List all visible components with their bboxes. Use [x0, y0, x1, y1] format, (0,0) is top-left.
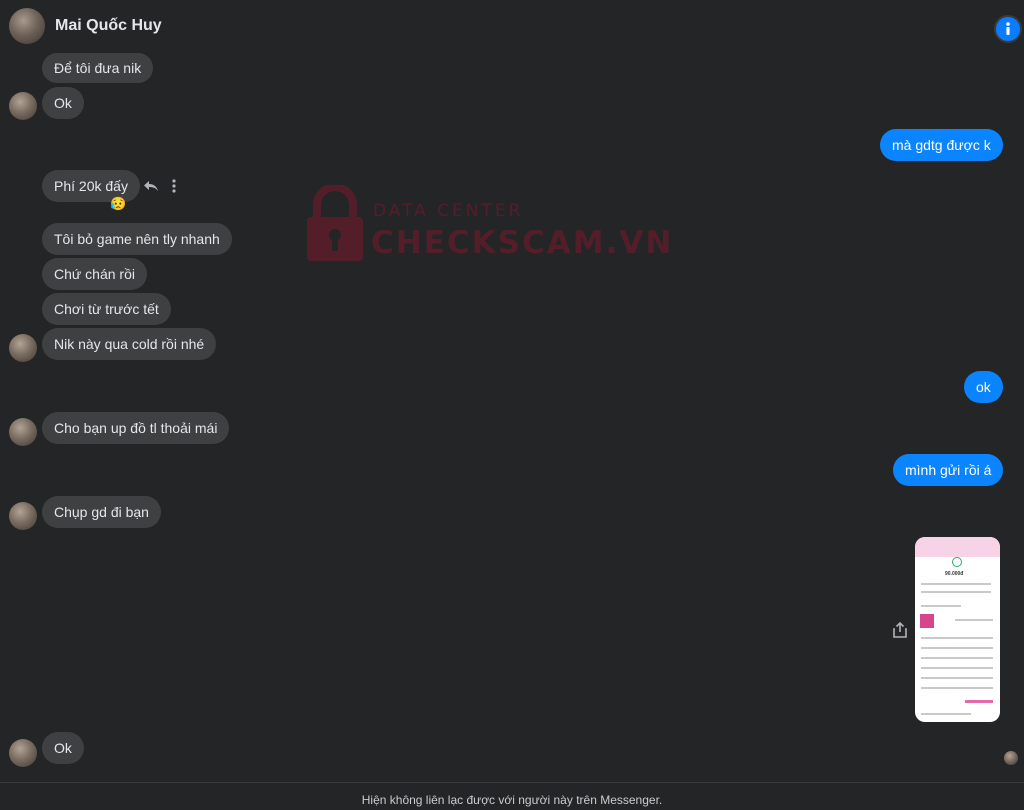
receipt-image-message[interactable]: 90.000đ	[915, 537, 1000, 722]
receipt-header	[915, 537, 1000, 557]
watermark-subtitle: DATA CENTER	[373, 201, 524, 221]
unavailable-notice: Hiện không liên lạc được với người này t…	[361, 793, 663, 807]
receipt-line	[921, 687, 993, 689]
watermark: DATA CENTER CHECKSCAM.VN	[305, 185, 671, 265]
receipt-line	[921, 583, 991, 585]
info-button[interactable]	[994, 15, 1022, 43]
conversation-header: Mai Quốc Huy	[0, 0, 1024, 54]
message-bubble[interactable]: Tôi bỏ game nên tly nhanh	[42, 223, 232, 255]
message-bubble[interactable]: Chứ chán rồi	[42, 258, 147, 290]
share-button[interactable]	[890, 620, 910, 640]
info-icon	[1006, 22, 1010, 35]
message-bubble[interactable]: Để tôi đưa nik	[42, 53, 154, 83]
contact-name[interactable]: Mai Quốc Huy	[55, 17, 162, 35]
receipt-line	[921, 713, 971, 715]
reaction-sad-icon[interactable]: 😥	[110, 196, 126, 212]
composer-unavailable-bar: Hiện không liên lạc được với người này t…	[0, 782, 1024, 810]
sender-avatar	[9, 334, 37, 362]
success-check-icon	[952, 557, 962, 567]
sender-avatar	[9, 92, 37, 120]
contact-avatar[interactable]	[9, 8, 45, 44]
lock-icon	[307, 185, 363, 261]
receipt-button	[965, 700, 993, 703]
share-icon	[893, 621, 907, 638]
receipt-line	[921, 667, 993, 669]
reply-icon[interactable]	[143, 178, 159, 194]
message-bubble[interactable]: Ok	[42, 732, 84, 764]
watermark-title: CHECKSCAM.VN	[371, 225, 674, 261]
sender-avatar	[9, 502, 37, 530]
sender-avatar	[9, 739, 37, 767]
message-bubble[interactable]: Nik này qua cold rồi nhé	[42, 328, 217, 360]
receipt-line	[955, 619, 993, 621]
receipt-amount: 90.000đ	[945, 571, 964, 577]
message-bubble[interactable]: Ok	[42, 87, 84, 119]
receipt-line	[921, 637, 993, 639]
receipt-line	[921, 657, 993, 659]
message-bubble[interactable]: ok	[964, 371, 1003, 403]
receipt-line	[921, 647, 993, 649]
sender-avatar	[9, 418, 37, 446]
message-bubble[interactable]: mình gửi rồi á	[893, 454, 1004, 486]
receipt-line	[921, 591, 991, 593]
more-options-icon[interactable]	[170, 178, 178, 194]
receipt-line	[921, 605, 961, 607]
message-bubble[interactable]: Chơi từ trước tết	[42, 293, 171, 325]
message-bubble[interactable]: Cho bạn up đồ tl thoải mái	[42, 412, 230, 444]
seen-avatar-indicator	[1004, 751, 1018, 765]
receipt-line	[921, 677, 993, 679]
message-bubble[interactable]: mà gdtg được k	[880, 129, 1003, 161]
bank-logo	[920, 614, 934, 628]
message-bubble[interactable]: Chụp gd đi bạn	[42, 496, 161, 528]
